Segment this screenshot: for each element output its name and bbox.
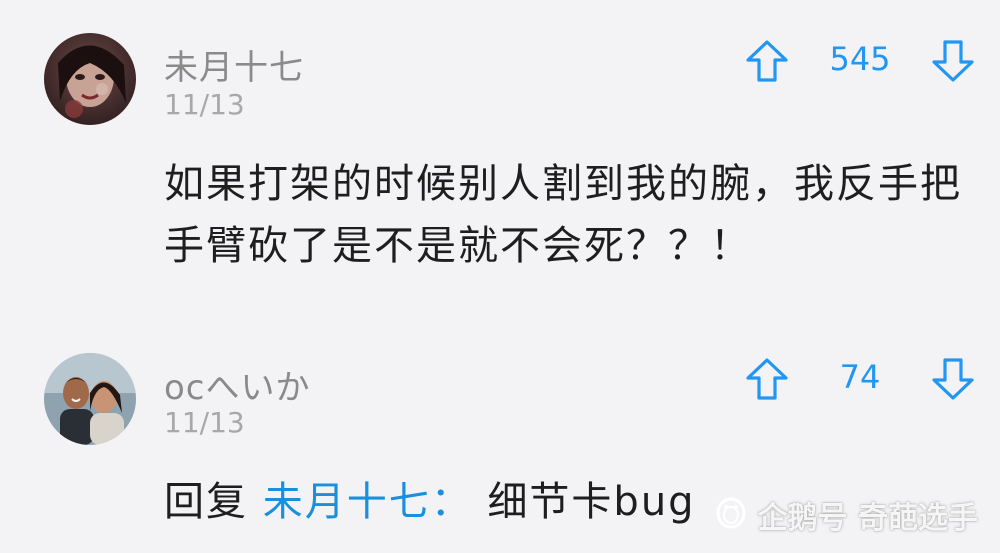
avatar[interactable]: [44, 353, 136, 445]
comment-text: 回复 未月十七： 细节卡bug: [164, 474, 696, 530]
watermark-text: 企鹅号 奇葩选手: [757, 501, 978, 536]
reply-target-link[interactable]: 未月十七：: [263, 479, 473, 525]
reply-prefix: 回复: [164, 479, 248, 525]
upvote-icon[interactable]: [744, 38, 790, 84]
comment-date: 11/13: [164, 88, 245, 121]
downvote-icon[interactable]: [930, 38, 976, 84]
vote-count: 545: [829, 40, 891, 78]
watermark: 企鹅号 奇葩选手: [714, 493, 978, 537]
comment-text-line: 手臂砍了是不是就不会死？？！: [164, 223, 752, 269]
avatar[interactable]: [44, 33, 136, 125]
comment-date: 11/13: [164, 406, 245, 439]
comment-username[interactable]: ocへいか: [164, 360, 311, 409]
downvote-icon[interactable]: [930, 356, 976, 402]
comment-username[interactable]: 未月十七: [164, 40, 304, 89]
comment-text-line: 如果打架的时候别人割到我的腕，我反手把: [164, 161, 962, 207]
vote-count: 74: [839, 358, 881, 396]
penguin-icon: [714, 493, 748, 537]
reply-text: 细节卡bug: [487, 479, 696, 525]
upvote-icon[interactable]: [744, 356, 790, 402]
comment-text: 如果打架的时候别人割到我的腕，我反手把 手臂砍了是不是就不会死？？！: [164, 156, 962, 274]
comment-item: 未月十七 11/13 545 如果打架的时候别人割到我的腕，我反手把 手臂砍了是…: [0, 0, 1000, 300]
